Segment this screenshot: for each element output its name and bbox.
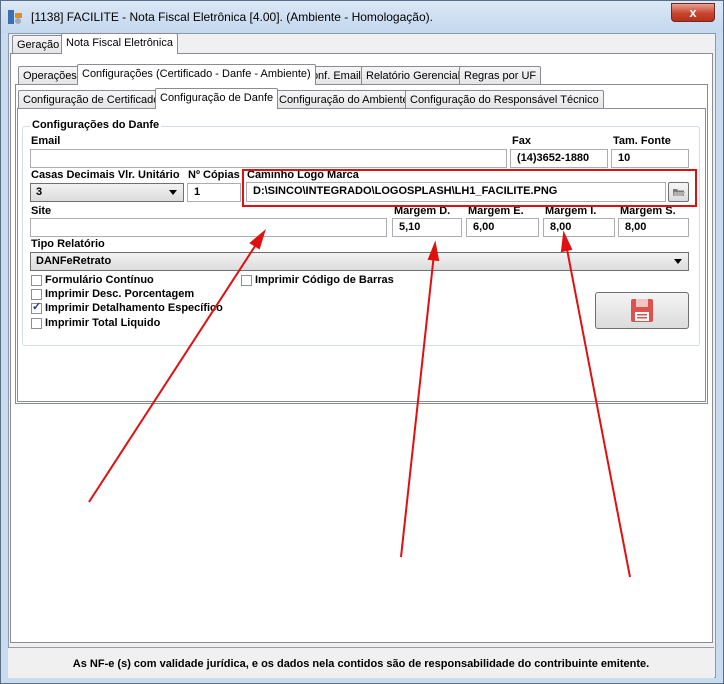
report-type-select[interactable]: DANFeRetrato xyxy=(30,252,689,271)
tab-label: Regras por UF xyxy=(464,70,537,82)
checkbox-imprimir-desc-porcentagem[interactable]: Imprimir Desc. Porcentagem xyxy=(31,288,194,302)
email-label: Email xyxy=(31,135,61,147)
margin-right-field[interactable]: 5,10 xyxy=(392,218,462,237)
window-title: [1138] FACILITE - Nota Fiscal Eletrônica… xyxy=(31,10,433,24)
checkbox-box xyxy=(31,289,42,300)
margin-left-field[interactable]: 6,00 xyxy=(466,218,539,237)
highlight-box-logo-path xyxy=(242,169,697,207)
site-label: Site xyxy=(31,205,52,217)
tab-label: Configuração do Responsável Técnico xyxy=(410,94,599,106)
checkbox-imprimir-codigo-barras[interactable]: Imprimir Código de Barras xyxy=(241,274,394,288)
report-type-label: Tipo Relatório xyxy=(31,238,105,250)
checkbox-imprimir-total-liquido[interactable]: Imprimir Total Liquido xyxy=(31,317,160,331)
checkbox-box xyxy=(31,318,42,329)
decimals-value: 3 xyxy=(36,186,43,198)
tab-config-ambiente[interactable]: Configuração do Ambiente xyxy=(274,90,414,109)
decimals-label: Casas Decimais Vlr. Unitário xyxy=(31,169,180,181)
margin-bottom-field[interactable]: 8,00 xyxy=(543,218,615,237)
title-bar: [1138] FACILITE - Nota Fiscal Eletrônica… xyxy=(1,1,723,33)
decimals-select[interactable]: 3 xyxy=(30,183,184,202)
tab-config-danfe[interactable]: Configuração de Danfe xyxy=(155,88,279,109)
checkbox-box xyxy=(31,275,42,286)
checkbox-imprimir-detalhamento[interactable]: Imprimir Detalhamento Específico xyxy=(31,301,223,316)
checkbox-formulario-continuo[interactable]: Formulário Contínuo xyxy=(31,274,154,288)
tab-label: Geração xyxy=(17,39,60,51)
fax-label: Fax xyxy=(512,135,531,147)
font-size-label: Tam. Fonte xyxy=(613,135,671,147)
tab-configuracoes[interactable]: Configurações (Certificado - Danfe - Amb… xyxy=(77,64,316,85)
margin-top-field[interactable]: 8,00 xyxy=(618,218,689,237)
tab-relatorio-gerencial[interactable]: Relatório Gerencial xyxy=(361,66,466,85)
close-icon: x xyxy=(689,5,697,20)
fax-field[interactable]: (14)3652-1880 xyxy=(510,149,608,168)
tab-label: Configuração de Certificado xyxy=(23,94,160,106)
tab-config-responsavel-tecnico[interactable]: Configuração do Responsável Técnico xyxy=(405,90,604,109)
tab-nota-fiscal-eletronica[interactable]: Nota Fiscal Eletrônica xyxy=(61,33,178,54)
floppy-disk-icon xyxy=(631,299,653,322)
site-field[interactable] xyxy=(30,218,387,237)
tab-label: Configuração do Ambiente xyxy=(279,94,409,106)
tab-regras-por-uf[interactable]: Regras por UF xyxy=(459,66,542,85)
report-type-value: DANFeRetrato xyxy=(36,255,112,267)
save-button[interactable] xyxy=(595,292,689,329)
tab-geracao[interactable]: Geração xyxy=(12,35,65,54)
footer-bar: As NF-e (s) com validade jurídica, e os … xyxy=(8,647,714,678)
copies-field[interactable]: 1 xyxy=(187,183,241,202)
close-button[interactable]: x xyxy=(671,3,715,22)
font-size-field[interactable]: 10 xyxy=(611,149,689,168)
copies-label: Nº Cópias xyxy=(188,169,240,181)
tab-label: Nota Fiscal Eletrônica xyxy=(66,37,173,49)
tab-label: Operações xyxy=(23,70,77,82)
checkbox-label: Formulário Contínuo xyxy=(45,274,154,286)
footer-notice: As NF-e (s) com validade jurídica, e os … xyxy=(72,658,650,670)
chevron-down-icon xyxy=(674,259,682,264)
checkbox-box xyxy=(241,275,252,286)
app-icon xyxy=(8,10,22,24)
checkbox-label: Imprimir Código de Barras xyxy=(255,274,394,286)
checkbox-label: Imprimir Desc. Porcentagem xyxy=(45,288,195,300)
group-title: Configurações do Danfe xyxy=(30,119,162,131)
tab-label: Relatório Gerencial xyxy=(366,70,461,82)
checkbox-label: Imprimir Detalhamento Específico xyxy=(45,302,223,314)
checkbox-label: Imprimir Total Liquido xyxy=(45,317,161,329)
tab-config-certificado[interactable]: Configuração de Certificado xyxy=(18,90,165,109)
checkmark-icon xyxy=(31,301,42,314)
email-field[interactable] xyxy=(30,149,507,168)
tab-operacoes[interactable]: Operações xyxy=(18,66,82,85)
tab-label: Configurações (Certificado - Danfe - Amb… xyxy=(82,68,311,80)
tab-label: Configuração de Danfe xyxy=(160,92,274,104)
chevron-down-icon xyxy=(169,190,177,195)
